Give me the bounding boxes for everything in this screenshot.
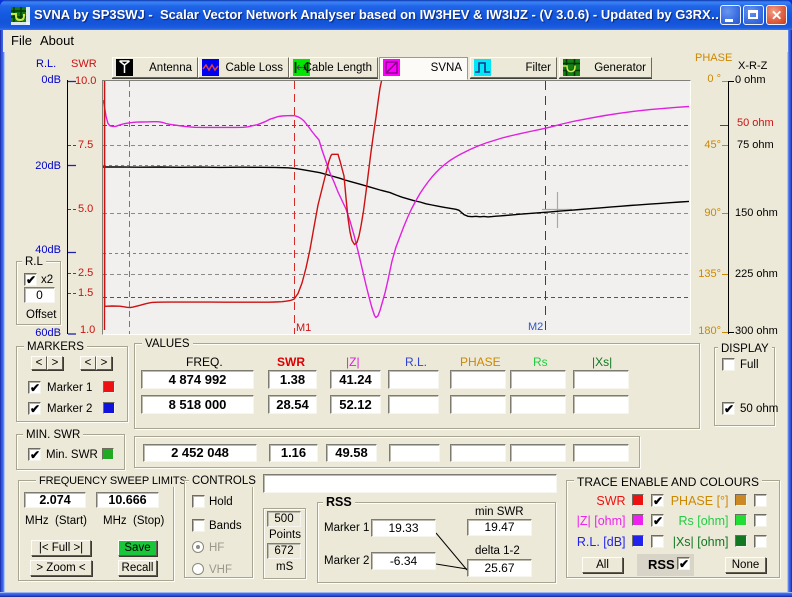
svg-text:M2: M2	[528, 321, 543, 333]
svg-text:M1: M1	[296, 322, 311, 334]
